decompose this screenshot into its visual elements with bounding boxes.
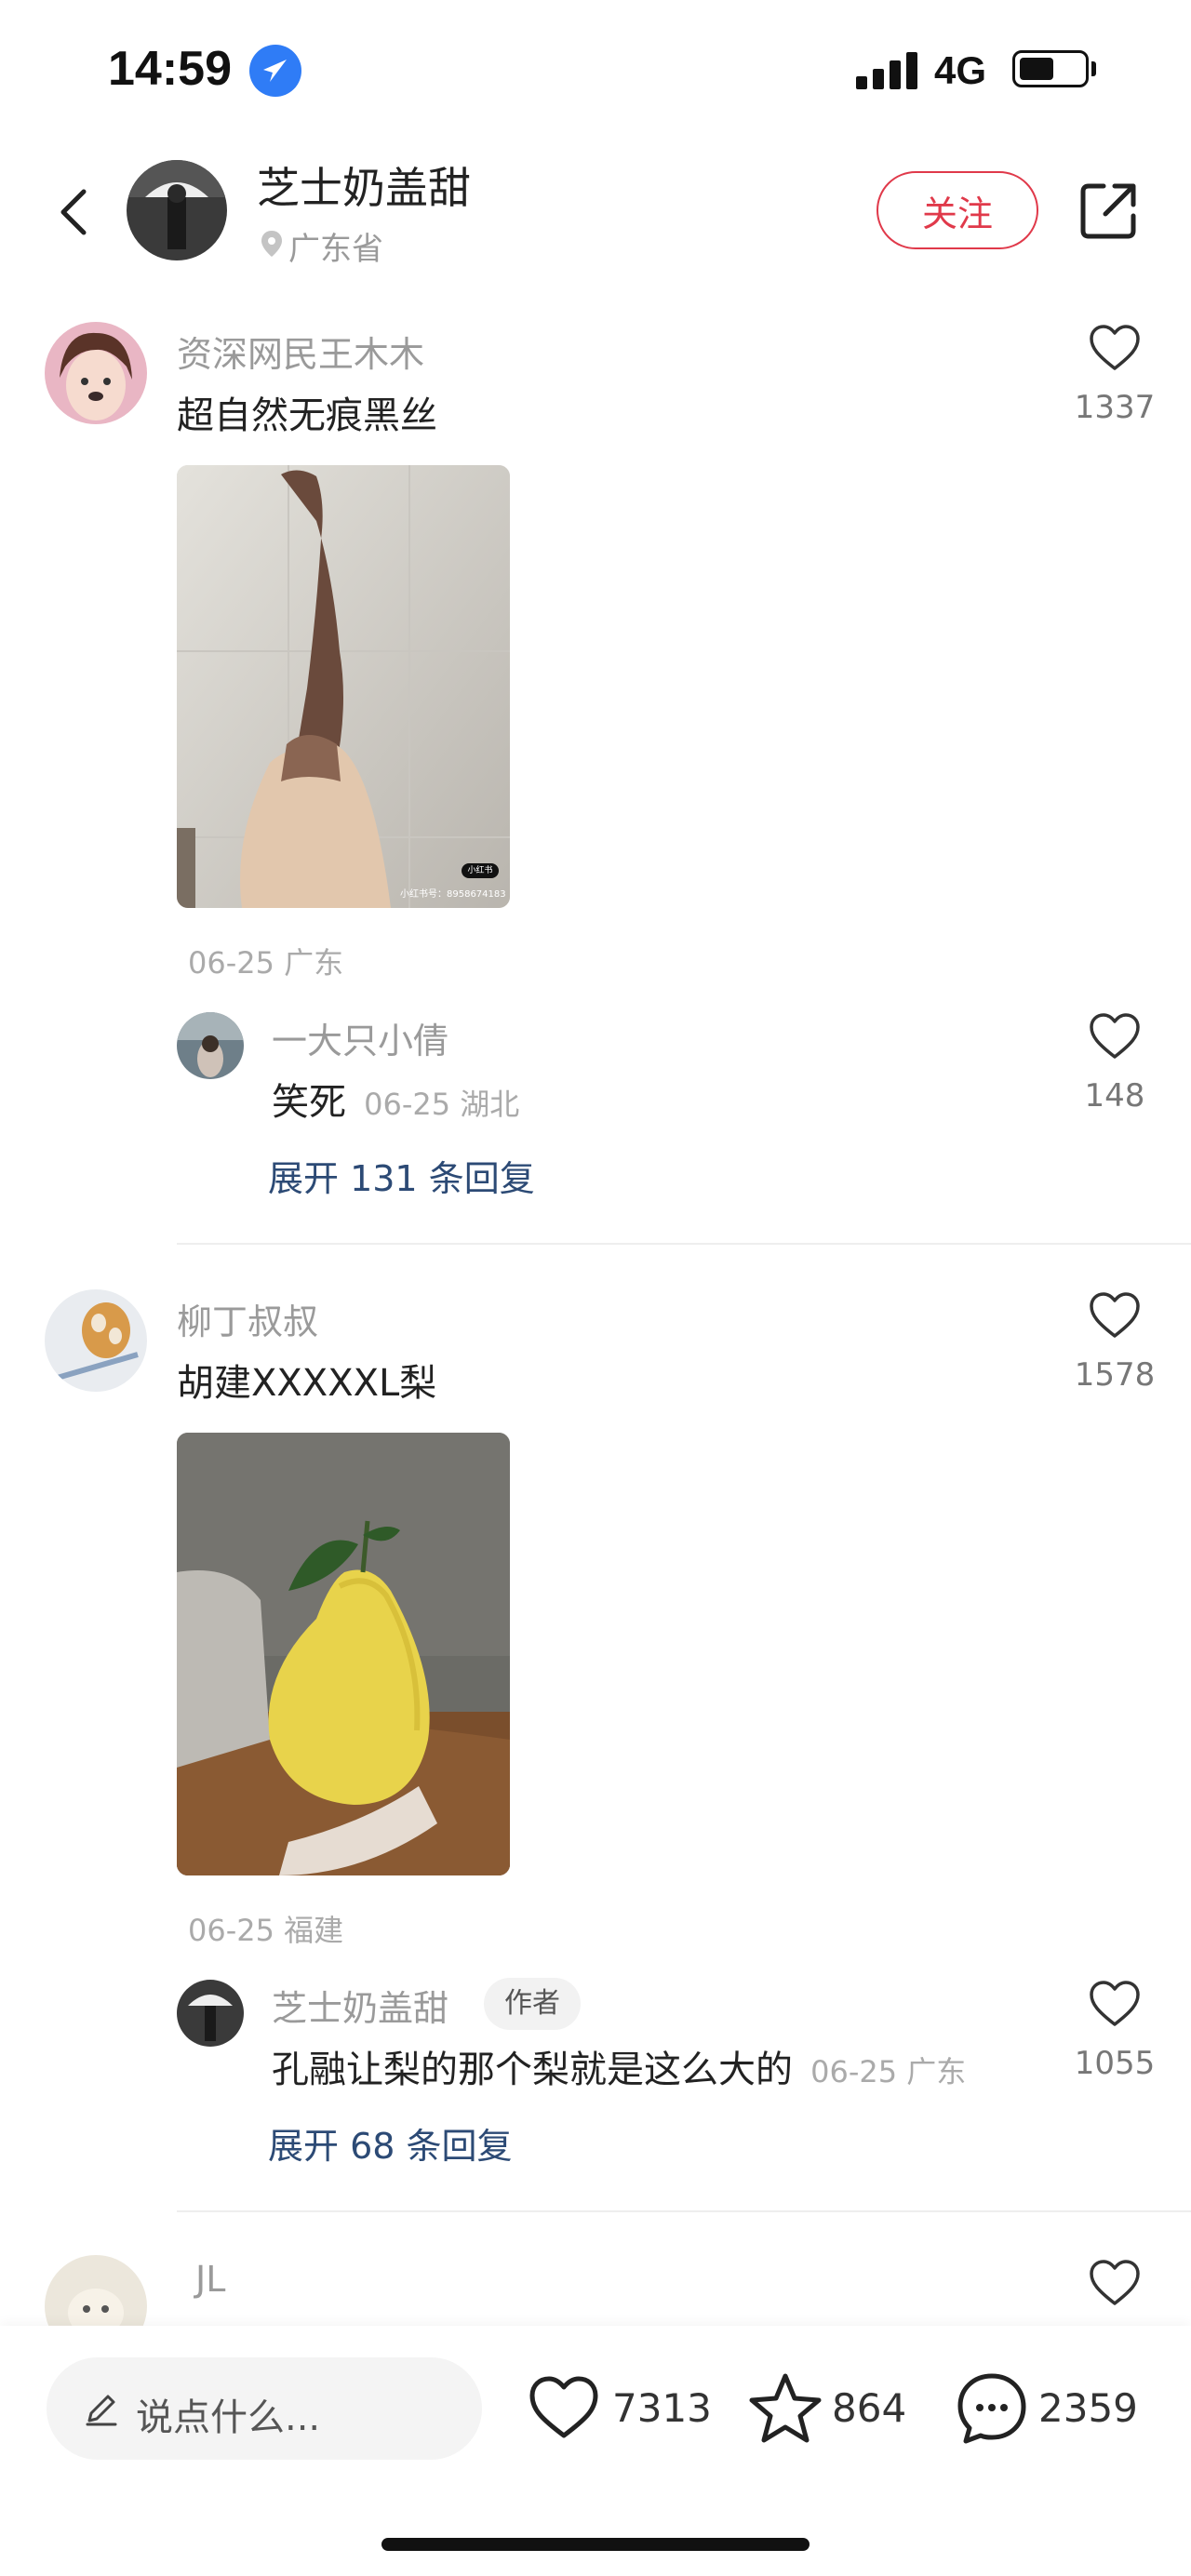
reply-line[interactable]: 孔融让梨的那个梨就是这么大的 06-25 广东: [272, 2039, 966, 2093]
author-location: 广东省: [288, 231, 383, 268]
heart-icon[interactable]: [1087, 320, 1143, 376]
battery-icon: [1012, 50, 1089, 87]
like-count: 1578: [1074, 1356, 1156, 1394]
reply-line[interactable]: 笑死 06-25 湖北: [272, 1072, 519, 1126]
pencil-icon: [82, 2389, 121, 2432]
comment-image[interactable]: 小红书 小红书号：8958674183: [177, 465, 510, 908]
reply-avatar[interactable]: [177, 1980, 244, 2047]
reply-text: 笑死: [272, 1081, 346, 1124]
author-name[interactable]: 芝士奶盖甜: [257, 154, 471, 216]
divider: [177, 1243, 1191, 1245]
comment-input-placeholder[interactable]: 说点什么...: [136, 2387, 320, 2441]
reply-avatar[interactable]: [177, 1012, 244, 1079]
divider: [177, 2210, 1191, 2212]
location-arrow-icon: [249, 45, 301, 97]
comment-meta: 06-25 福建: [188, 1913, 344, 1948]
heart-icon[interactable]: [1087, 1008, 1143, 1064]
favorite-total[interactable]: 864: [832, 2385, 906, 2431]
follow-button[interactable]: 关注: [877, 171, 1038, 249]
battery-cap: [1091, 61, 1096, 76]
like-count: 1055: [1074, 2045, 1156, 2082]
expand-replies-button[interactable]: 展开 131 条回复: [268, 1150, 535, 1201]
status-time: 14:59: [108, 42, 232, 96]
watermark-text: 小红书号：8958674183: [400, 889, 506, 900]
commenter-name[interactable]: JL: [195, 2259, 225, 2300]
star-icon[interactable]: [748, 2370, 823, 2445]
commenter-avatar[interactable]: [45, 1289, 147, 1392]
heart-icon[interactable]: [1087, 1288, 1143, 1343]
location-pin-icon: [259, 229, 285, 262]
author-badge: 作者: [484, 1978, 581, 2030]
comment-meta: 06-25 广东: [188, 945, 344, 981]
comment-text[interactable]: 胡建XXXXXL梨: [177, 1353, 436, 1407]
reply-author-name[interactable]: 芝士奶盖甜: [272, 1980, 448, 2031]
reply-meta: 06-25 广东: [810, 2054, 967, 2089]
home-indicator[interactable]: [381, 2538, 810, 2551]
author-avatar[interactable]: [127, 160, 227, 260]
comment-text[interactable]: 超自然无痕黑丝: [177, 385, 437, 439]
back-icon[interactable]: [48, 184, 104, 240]
commenter-name[interactable]: 柳丁叔叔: [177, 1293, 318, 1344]
expand-replies-button[interactable]: 展开 68 条回复: [268, 2117, 513, 2169]
network-type: 4G: [934, 48, 987, 92]
heart-icon[interactable]: [1087, 1976, 1143, 2032]
comment-total[interactable]: 2359: [1038, 2385, 1138, 2431]
reply-meta: 06-25 湖北: [364, 1087, 520, 1122]
comment-icon[interactable]: [955, 2370, 1029, 2445]
comment-image[interactable]: [177, 1433, 510, 1875]
heart-icon[interactable]: [1087, 2255, 1143, 2311]
like-count: 148: [1084, 1077, 1145, 1114]
commenter-avatar[interactable]: [45, 322, 147, 424]
watermark-badge: 小红书: [462, 863, 499, 878]
signal-icon: [856, 50, 919, 89]
like-count: 1337: [1074, 389, 1156, 426]
commenter-name[interactable]: 资深网民王木木: [177, 326, 424, 377]
reply-author-name[interactable]: 一大只小倩: [272, 1012, 448, 1063]
reply-text: 孔融让梨的那个梨就是这么大的: [272, 2049, 793, 2091]
heart-icon[interactable]: [527, 2370, 601, 2445]
share-icon[interactable]: [1076, 179, 1141, 244]
like-total[interactable]: 7313: [612, 2385, 712, 2431]
